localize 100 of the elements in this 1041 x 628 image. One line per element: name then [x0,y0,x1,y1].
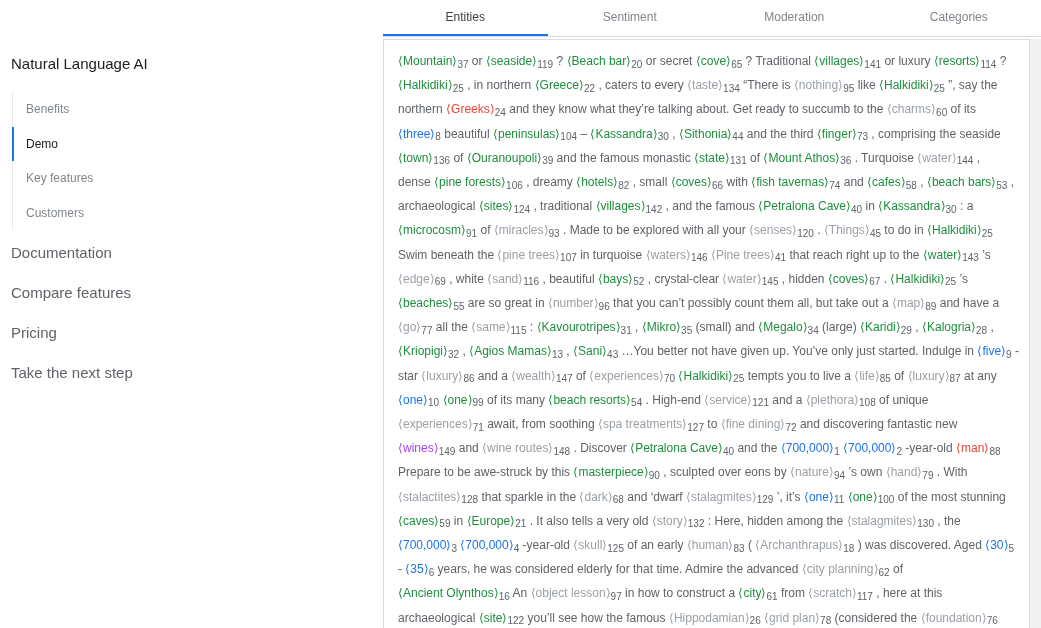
passage-text: of [894,368,905,383]
tab[interactable]: Categories [876,0,1041,36]
entity-tag: ⟨number⟩$_{96}$ [547,296,610,311]
passage-text: . Made to be explored with all your [563,223,746,238]
sidebar-subitem[interactable]: Demo [12,126,383,161]
entity-tag: ⟨Halkidiki⟩$_{25}$ [879,78,945,93]
passage-text: , [976,150,981,165]
entity-tag: ⟨edge⟩$_{69}$ [398,271,446,286]
entity-tag: ⟨Karidi⟩$_{29}$ [860,320,912,335]
entity-tag: ⟨experiences⟩$_{70}$ [589,368,676,383]
passage-text: . [883,271,888,286]
passage-text: (large) [822,320,857,335]
passage-text: with [726,175,748,189]
passage-text: : a [960,199,974,214]
entity-tag: ⟨hotels⟩$_{82}$ [576,175,630,189]
entity-tag: ⟨Kalogria⟩$_{28}$ [921,320,988,335]
entity-tag: ⟨Ouranoupoli⟩$_{39}$ [466,150,554,165]
sidebar-title[interactable]: Natural Language AI [11,53,383,75]
passage-text: . Discover [573,441,627,456]
entity-tag: ⟨charms⟩$_{60}$ [886,102,948,117]
entity-tag: ⟨plethora⟩$_{108}$ [805,392,876,407]
passage-text: or [471,54,483,68]
entity-tag: ⟨one⟩$_{100}$ [847,489,895,504]
passage-text: you’ll see how the famous [527,610,666,625]
sidebar-item[interactable]: Compare features [11,273,383,313]
entity-tag: ⟨five⟩$_{9}$ [977,344,1012,359]
tab[interactable]: Entities [383,0,548,36]
passage-text: , hidden [781,271,825,286]
entity-tag: ⟨Hippodamian⟩$_{26}$ [668,610,761,625]
entity-tag: ⟨luxury⟩$_{87}$ [907,368,961,383]
entity-tag: ⟨villages⟩$_{141}$ [814,54,882,68]
passage-text: that reach right up to the [789,247,920,262]
passage-text: star [398,368,418,383]
passage-text: in how to construct a [625,586,736,601]
sidebar-subitem[interactable]: Customers [12,195,383,230]
entity-tag: ⟨miracles⟩$_{93}$ [493,223,560,238]
entity-tag: ⟨Agios Mamas⟩$_{13}$ [469,344,563,359]
passage-text: “There is [743,78,791,93]
passage-text: , caters to every [598,78,684,93]
passage-text: beautiful [444,126,490,141]
passage-text: of [575,368,586,383]
sidebar-item[interactable]: Documentation [11,233,383,273]
entity-tag: ⟨Pine trees⟩$_{41}$ [710,247,787,262]
entity-tag: ⟨nothing⟩$_{95}$ [793,78,855,93]
entity-tag: ⟨Mount Athos⟩$_{36}$ [763,150,852,165]
entity-tag: ⟨man⟩$_{88}$ [956,441,1001,456]
sidebar-item[interactable]: Pricing [11,313,383,353]
entity-tag: ⟨peninsulas⟩$_{104}$ [493,126,578,141]
passage-text: are so great in [467,296,545,311]
entity-tag: ⟨Halkidiki⟩$_{25}$ [927,223,993,238]
passage-text: in [453,513,464,528]
entity-tag: ⟨seaside⟩$_{119}$ [485,54,554,68]
entity-tag: ⟨700,000⟩$_{4}$ [460,538,520,553]
passage-text: of [480,223,491,238]
entity-tag: ⟨700,000⟩$_{3}$ [398,538,457,553]
entity-tag: ⟨town⟩$_{136}$ [398,150,451,165]
entity-tag: ⟨resorts⟩$_{114}$ [933,54,997,68]
scrollbar-track[interactable] [1030,39,1041,628]
passage-text: , [566,344,570,359]
passage-text: , small [632,175,668,189]
passage-text: and [843,175,864,189]
passage-text: ’, it’s [776,489,801,504]
entity-tag: ⟨Petralona Cave⟩$_{40}$ [630,441,735,456]
entity-tag: ⟨spa treatments⟩$_{127}$ [597,417,704,432]
entity-tag: ⟨Kassandra⟩$_{30}$ [878,199,957,214]
passage-text: await, from soothing [487,417,595,432]
sidebar-subitem[interactable]: Benefits [12,92,383,127]
entity-tag: ⟨700,000⟩$_{1}$ [780,441,840,456]
passage-text: , comprising the seaside [871,126,1001,141]
entity-tag: ⟨stalagmites⟩$_{129}$ [686,489,774,504]
entity-tag: ⟨sites⟩$_{124}$ [478,199,531,214]
passage-text: ”, say the [948,78,998,93]
entity-tag: ⟨experiences⟩$_{71}$ [398,417,484,432]
entity-tag: ⟨one⟩$_{10}$ [398,392,440,407]
passage-text: of its [950,102,976,117]
entity-tag: ⟨map⟩$_{89}$ [891,296,937,311]
passage-text: and the third [746,126,814,141]
entity-tag: ⟨water⟩$_{143}$ [922,247,979,262]
passage-text: of unique [879,392,929,407]
tab[interactable]: Moderation [712,0,877,36]
passage-text: or secret [645,54,693,68]
entity-tag: ⟨Kriopigi⟩$_{32}$ [398,344,460,359]
entity-tag: ⟨Halkidiki⟩$_{25}$ [398,78,464,93]
passage-text: , white [449,271,484,286]
tab[interactable]: Sentiment [547,0,712,36]
sidebar-subitem[interactable]: Key features [12,161,383,196]
passage-text: and a [477,368,508,383]
passage-text: like [857,78,876,93]
entity-tag: ⟨Ancient Olynthos⟩$_{16}$ [398,586,510,601]
sidebar-item[interactable]: Take the next step [11,353,383,393]
entity-tag: ⟨bays⟩$_{52}$ [597,271,645,286]
passage-text: tempts you to live a [747,368,852,383]
passage-text: ( [747,538,752,553]
passage-text: . [817,223,821,238]
entity-tag: ⟨state⟩$_{131}$ [694,150,747,165]
passage-text: (considered the [834,610,918,625]
passage-text: …You better not have given up. You’ve only just started. Indulge in [621,344,975,359]
passage-text: ’s [959,271,968,286]
entity-tag: ⟨wine routes⟩$_{148}$ [482,441,571,456]
passage-text: ) was discovered. Aged [857,538,982,553]
